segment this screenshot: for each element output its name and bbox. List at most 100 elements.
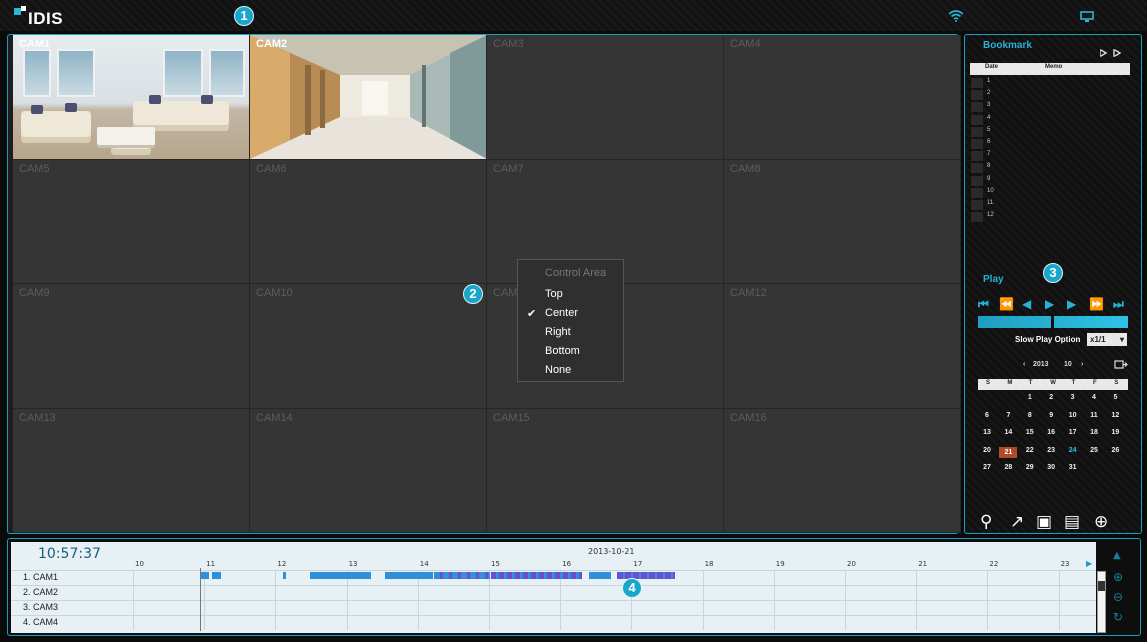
timeline-row-cam2[interactable]: 2. CAM2	[11, 585, 1096, 599]
calendar-day[interactable]: 14	[999, 429, 1017, 436]
calendar-day[interactable]: 1	[1021, 394, 1039, 401]
bookmark-row-marker	[971, 151, 983, 162]
menu-item-right[interactable]: Right	[545, 326, 571, 338]
calendar-day[interactable]: 3	[1064, 394, 1082, 401]
menu-item-top[interactable]: Top	[545, 288, 563, 300]
go-to-end-icon[interactable]: ⏭	[1113, 297, 1124, 312]
timeline-scroll-thumb[interactable]	[1098, 581, 1105, 591]
weekday-label: S	[1114, 380, 1119, 386]
calendar-day[interactable]: 16	[1042, 429, 1060, 436]
fast-forward-icon[interactable]: ⏩	[1089, 297, 1104, 311]
bookmark-row[interactable]: 5	[970, 126, 1130, 138]
calendar-day[interactable]: 2	[1042, 394, 1060, 401]
print-icon[interactable]: ▤	[1064, 512, 1080, 532]
bookmark-row[interactable]: 12	[970, 211, 1130, 223]
timeline-next-icon[interactable]: ▶	[1086, 559, 1092, 568]
monitor-icon[interactable]	[1080, 11, 1094, 23]
bookmark-row[interactable]: 11	[970, 199, 1130, 211]
calendar-day[interactable]: 27	[978, 464, 996, 471]
calendar-day[interactable]: 4	[1085, 394, 1103, 401]
calendar-day[interactable]: 31	[1064, 464, 1082, 471]
bookmark-row[interactable]: 3	[970, 101, 1130, 113]
calendar-day[interactable]: 12	[1106, 412, 1124, 419]
bookmark-row[interactable]: 10	[970, 187, 1130, 199]
calendar-day[interactable]: 17	[1064, 429, 1082, 436]
slow-play-label: Slow Play Option	[1015, 335, 1081, 344]
bookmark-nav-icons[interactable]	[1100, 49, 1124, 57]
bookmark-row[interactable]: 2	[970, 89, 1130, 101]
bookmark-row[interactable]: 1	[970, 77, 1130, 89]
calendar-day[interactable]: 26	[1106, 447, 1124, 454]
calendar-day[interactable]: 19	[1106, 429, 1124, 436]
slow-play-select[interactable]: x1/1 ▾	[1087, 333, 1127, 346]
menu-item-bottom[interactable]: Bottom	[545, 345, 580, 357]
calendar-jump-icon[interactable]	[1114, 360, 1128, 369]
step-backward-icon[interactable]: ◀	[1022, 297, 1031, 311]
calendar-day[interactable]: 30	[1042, 464, 1060, 471]
camera-tile-15[interactable]: CAM15	[487, 408, 724, 533]
camera-tile-13[interactable]: CAM13	[13, 408, 250, 533]
bookmark-row[interactable]: 4	[970, 114, 1130, 126]
hour-gridline	[204, 571, 206, 630]
camera-tile-10[interactable]: CAM10	[250, 284, 487, 409]
calendar-day[interactable]: 8	[1021, 412, 1039, 419]
calendar-day[interactable]: 5	[1106, 394, 1124, 401]
camera-tile-3[interactable]: CAM3	[487, 35, 724, 160]
calendar-day[interactable]: 28	[999, 464, 1017, 471]
timeline-row-cam3[interactable]: 3. CAM3	[11, 600, 1096, 614]
menu-item-center[interactable]: Center	[545, 307, 578, 319]
play-icon[interactable]: ▶	[1045, 297, 1054, 311]
calendar-day[interactable]: 18	[1085, 429, 1103, 436]
calendar-next-icon[interactable]: ›	[1081, 361, 1083, 368]
camera-tile-12[interactable]: CAM12	[724, 284, 961, 409]
pin-icon[interactable]: ↗	[1010, 512, 1024, 532]
timeline-row-cam4[interactable]: 4. CAM4	[11, 615, 1096, 629]
bookmark-row[interactable]: 9	[970, 175, 1130, 187]
bookmark-row[interactable]: 8	[970, 162, 1130, 174]
step-forward-icon[interactable]: ▶	[1067, 297, 1076, 311]
calendar-day[interactable]: 15	[1021, 429, 1039, 436]
menu-item-none[interactable]: None	[545, 364, 571, 376]
bookmark-row[interactable]: 7	[970, 150, 1130, 162]
calendar-day[interactable]: 7	[999, 412, 1017, 419]
zoom-out-timeline-icon[interactable]: ⊖	[1113, 590, 1123, 604]
calendar-day[interactable]: 13	[978, 429, 996, 436]
scroll-up-icon[interactable]: ▲	[1113, 550, 1121, 561]
refresh-icon[interactable]: ↻	[1113, 610, 1123, 624]
calendar-day[interactable]: 24	[1064, 447, 1082, 454]
camera-tile-2[interactable]: CAM2	[250, 35, 487, 160]
search-icon[interactable]: ⚲	[980, 512, 992, 532]
fast-backward-icon[interactable]: ⏪	[999, 297, 1014, 311]
calendar-day[interactable]: 10	[1064, 412, 1082, 419]
camera-tile-16[interactable]: CAM16	[724, 408, 961, 533]
camera-tile-5[interactable]: CAM5	[13, 159, 250, 284]
timeline-playhead[interactable]	[200, 568, 201, 631]
calendar-day[interactable]: 11	[1085, 412, 1103, 419]
go-to-start-icon[interactable]: ⏮	[978, 297, 989, 312]
camera-tile-14[interactable]: CAM14	[250, 408, 487, 533]
camera-tile-4[interactable]: CAM4	[724, 35, 961, 160]
calendar-day[interactable]: 23	[1042, 447, 1060, 454]
bookmark-row[interactable]: 6	[970, 138, 1130, 150]
calendar-day[interactable]: 22	[1021, 447, 1039, 454]
control-area-menu: Control Area Top ✔ Center Right Bottom N…	[517, 259, 624, 382]
network-status-icon[interactable]	[948, 10, 964, 22]
speed-slider-handle[interactable]	[1051, 314, 1054, 330]
calendar-day[interactable]: 6	[978, 412, 996, 419]
zoom-in-icon[interactable]: ⊕	[1094, 512, 1108, 532]
calendar-day[interactable]: 20	[978, 447, 996, 454]
calendar-day[interactable]: 25	[1085, 447, 1103, 454]
zoom-in-timeline-icon[interactable]: ⊕	[1113, 570, 1123, 584]
camera-tile-6[interactable]: CAM6	[250, 159, 487, 284]
export-clip-icon[interactable]: ▣	[1036, 512, 1052, 532]
hour-label: 17	[633, 560, 643, 568]
bookmark-row-number: 3	[987, 102, 991, 109]
camera-tile-1[interactable]: CAM1	[13, 35, 250, 160]
calendar-day[interactable]: 29	[1021, 464, 1039, 471]
camera-tile-9[interactable]: CAM9	[13, 284, 250, 409]
camera-tile-8[interactable]: CAM8	[724, 159, 961, 284]
calendar-prev-icon[interactable]: ‹	[1023, 361, 1025, 368]
calendar-day[interactable]: 9	[1042, 412, 1060, 419]
calendar-month: 10	[1064, 361, 1072, 368]
calendar-day[interactable]: 21	[999, 446, 1018, 458]
